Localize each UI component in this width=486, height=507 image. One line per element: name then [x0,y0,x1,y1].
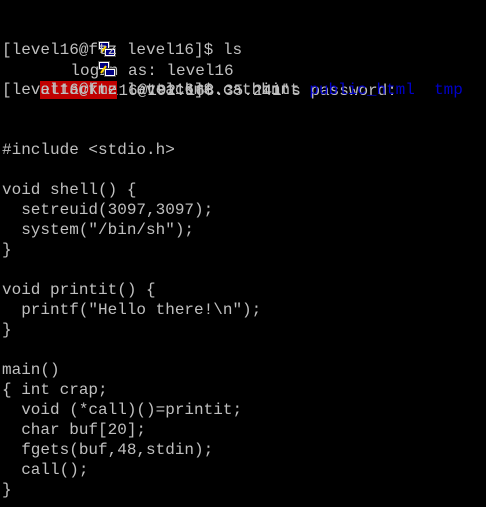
code-printit-signature: void printit() { [2,281,156,299]
dir-public-html: public_html [309,81,415,99]
code-include: #include <stdio.h> [2,141,175,159]
code-shell-setreuid: setreuid(3097,3097); [2,201,214,219]
code-printit-printf: printf("Hello there!\n"); [2,301,262,319]
code-shell-signature: void shell() { [2,181,137,199]
cat-command-line: [level16@ftz level16]$ cat hint [2,81,300,99]
code-main-int: { int crap; [2,381,108,399]
ls-command-line: [level16@ftz level16]$ ls [2,41,243,59]
code-printit-close: } [2,321,12,339]
ls-output-line: attackme attackme.c hint public_html tmp [2,60,463,99]
code-main-call: call(); [2,461,89,479]
terminal-window[interactable]: login as: level16 level16@192.168.35.241… [0,0,486,507]
dir-tmp: tmp [434,81,463,99]
code-main-buf: char buf[20]; [2,421,147,439]
code-main-call-pointer: void (*call)()=printit; [2,401,243,419]
code-shell-close: } [2,241,12,259]
code-shell-system: system("/bin/sh"); [2,221,195,239]
login-line: login as: level16 [2,0,234,80]
code-main-fgets: fgets(buf,48,stdin); [2,441,214,459]
code-main-close: } [2,481,12,499]
password-line: level16@192.168.35.241's password: [2,20,397,100]
code-main-signature: main() [2,361,60,379]
